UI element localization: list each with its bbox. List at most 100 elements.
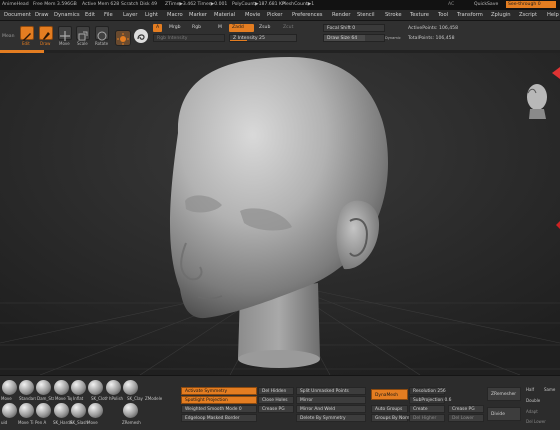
brush-label[interactable]: SK_Slash: [70, 420, 88, 425]
menu-item-texture[interactable]: Texture: [410, 10, 429, 21]
menu-item-draw[interactable]: Draw: [35, 10, 49, 21]
dynamic-toggle[interactable]: Dynamic: [385, 36, 401, 40]
brush-thumbnail[interactable]: [88, 403, 103, 418]
material-sphere-button[interactable]: [134, 29, 148, 43]
menu-item-file[interactable]: File: [104, 10, 113, 21]
double-label[interactable]: Double: [526, 398, 540, 403]
brush-thumbnail[interactable]: [36, 380, 51, 395]
brush-thumbnail[interactable]: [123, 380, 138, 395]
resolution-slider[interactable]: Resolution 256: [409, 387, 446, 395]
zadd-toggle[interactable]: Zadd: [229, 24, 254, 32]
menu-item-edit[interactable]: Edit: [85, 10, 95, 21]
menu-item-dynamics[interactable]: Dynamics: [54, 10, 80, 21]
menu-item-material[interactable]: Material: [214, 10, 235, 21]
del-lower-label-2[interactable]: Del Lower: [526, 419, 546, 424]
brush-thumbnail[interactable]: [71, 380, 86, 395]
same-label[interactable]: Same: [544, 387, 555, 392]
dynamesh-button[interactable]: DynaMesh: [371, 389, 408, 400]
menu-item-marker[interactable]: Marker: [189, 10, 207, 21]
brush-label[interactable]: Standard: [19, 396, 36, 401]
del-higher-button[interactable]: Del Higher: [409, 414, 445, 422]
brush-label[interactable]: Move Ti: [18, 420, 33, 425]
create-button-1[interactable]: Create: [409, 405, 445, 413]
brush-thumbnail[interactable]: [54, 380, 69, 395]
z-intensity-slider[interactable]: Z Intensity 25: [229, 34, 297, 42]
brush-label[interactable]: Move: [87, 420, 98, 425]
draw-button[interactable]: [39, 26, 53, 40]
del-hidden-button[interactable]: Del Hidden: [258, 387, 294, 395]
mirror-and-weld-button[interactable]: Mirror And Weld: [296, 405, 366, 413]
zcut-toggle[interactable]: Zcut: [280, 24, 296, 32]
close-holes-button[interactable]: Close Holes: [258, 396, 294, 404]
delete-by-symmetry-button[interactable]: Delete By Symmetry: [296, 414, 366, 422]
menu-item-layer[interactable]: Layer: [123, 10, 137, 21]
brush-label[interactable]: Pen A: [35, 420, 46, 425]
brush-preview-button[interactable]: [115, 30, 131, 46]
crease-pg-button[interactable]: Crease PG: [258, 405, 294, 413]
crease-pg-button-2[interactable]: Crease PG: [448, 405, 484, 413]
brush-thumbnail[interactable]: [88, 380, 103, 395]
subprojection-slider[interactable]: SubProjection 0.6: [409, 396, 451, 404]
groups-by-normals-button[interactable]: Groups By Normals: [371, 414, 417, 422]
menu-item-zplugin[interactable]: Zplugin: [491, 10, 511, 21]
menu-item-light[interactable]: Light: [145, 10, 158, 21]
brush-thumbnail[interactable]: [19, 403, 34, 418]
del-lower-button[interactable]: Del Lower: [448, 414, 484, 422]
menu-item-document[interactable]: Document: [4, 10, 31, 21]
brush-thumbnail[interactable]: [2, 403, 17, 418]
menu-item-zscript[interactable]: Zscript: [519, 10, 537, 21]
brush-thumbnail[interactable]: [19, 380, 34, 395]
see-through-slider[interactable]: See-through 0: [506, 1, 556, 8]
viewport-canvas[interactable]: [0, 53, 560, 375]
brush-label[interactable]: Dam_Standard: [37, 396, 54, 401]
brush-thumbnail[interactable]: [106, 380, 121, 395]
rotate-button[interactable]: [95, 26, 109, 41]
rgb-toggle[interactable]: Rgb: [189, 24, 204, 32]
brush-label[interactable]: Move: [1, 396, 18, 401]
activate-symmetry-button[interactable]: Activate Symmetry: [181, 387, 257, 395]
split-unmasked-points-button[interactable]: Split Unmasked Points: [296, 387, 366, 395]
menu-item-movie[interactable]: Movie: [245, 10, 260, 21]
menu-item-tool[interactable]: Tool: [438, 10, 448, 21]
half-label[interactable]: Half: [526, 387, 534, 392]
rgb-intensity-slider[interactable]: Rgb Intensity: [153, 34, 225, 42]
brush-label[interactable]: uid: [1, 420, 7, 425]
menu-item-picker[interactable]: Picker: [267, 10, 282, 21]
edgeloop-masked-border-button[interactable]: Edgeloop Masked Border: [181, 414, 257, 422]
mirror-button[interactable]: Mirror: [296, 396, 366, 404]
navigation-head-icon[interactable]: [527, 84, 547, 119]
draw-size-slider[interactable]: Draw Size 64: [323, 34, 385, 42]
brush-label[interactable]: Inflat: [73, 396, 90, 401]
menu-item-transform[interactable]: Transform: [457, 10, 483, 21]
menu-item-render[interactable]: Render: [332, 10, 350, 21]
menu-item-stencil[interactable]: Stencil: [357, 10, 375, 21]
menu-item-preferences[interactable]: Preferences: [292, 10, 323, 21]
adapt-label[interactable]: Adapt: [526, 409, 538, 414]
brush-label[interactable]: SK_Cloth: [91, 396, 108, 401]
brush-label[interactable]: ZRemesh: [122, 420, 141, 425]
scale-button[interactable]: [76, 26, 90, 41]
menu-item-help[interactable]: Help: [547, 10, 559, 21]
brush-thumbnail[interactable]: [54, 403, 69, 418]
edit-button[interactable]: [20, 26, 34, 41]
spotlight-projection-button[interactable]: Spotlight Projection: [181, 396, 257, 404]
a-toggle[interactable]: A: [153, 24, 163, 32]
menu-item-stroke[interactable]: Stroke: [385, 10, 402, 21]
brush-label[interactable]: SK_Clay: [127, 396, 144, 401]
zsub-toggle[interactable]: Zsub: [256, 24, 273, 32]
focal-shift-slider[interactable]: Focal Shift 0: [323, 24, 385, 32]
move-button[interactable]: [58, 26, 72, 41]
brush-label[interactable]: hPolish: [109, 396, 126, 401]
brush-thumbnail[interactable]: [2, 380, 17, 395]
auto-groups-button[interactable]: Auto Groups: [371, 405, 408, 413]
brush-label[interactable]: Move Topo: [55, 396, 72, 401]
brush-thumbnail[interactable]: [36, 403, 51, 418]
m-toggle[interactable]: M: [215, 24, 225, 32]
zremesher-button[interactable]: ZRemesher: [487, 387, 521, 401]
quicksave-button[interactable]: QuickSave: [474, 0, 498, 10]
menu-item-macro[interactable]: Macro: [167, 10, 183, 21]
mrgb-toggle[interactable]: Mrgb: [166, 24, 184, 32]
brush-thumbnail[interactable]: [71, 403, 86, 418]
divide-button[interactable]: Divide: [487, 407, 521, 421]
weighted-smooth-mode-slider[interactable]: Weighted Smooth Mode 0: [181, 405, 257, 413]
